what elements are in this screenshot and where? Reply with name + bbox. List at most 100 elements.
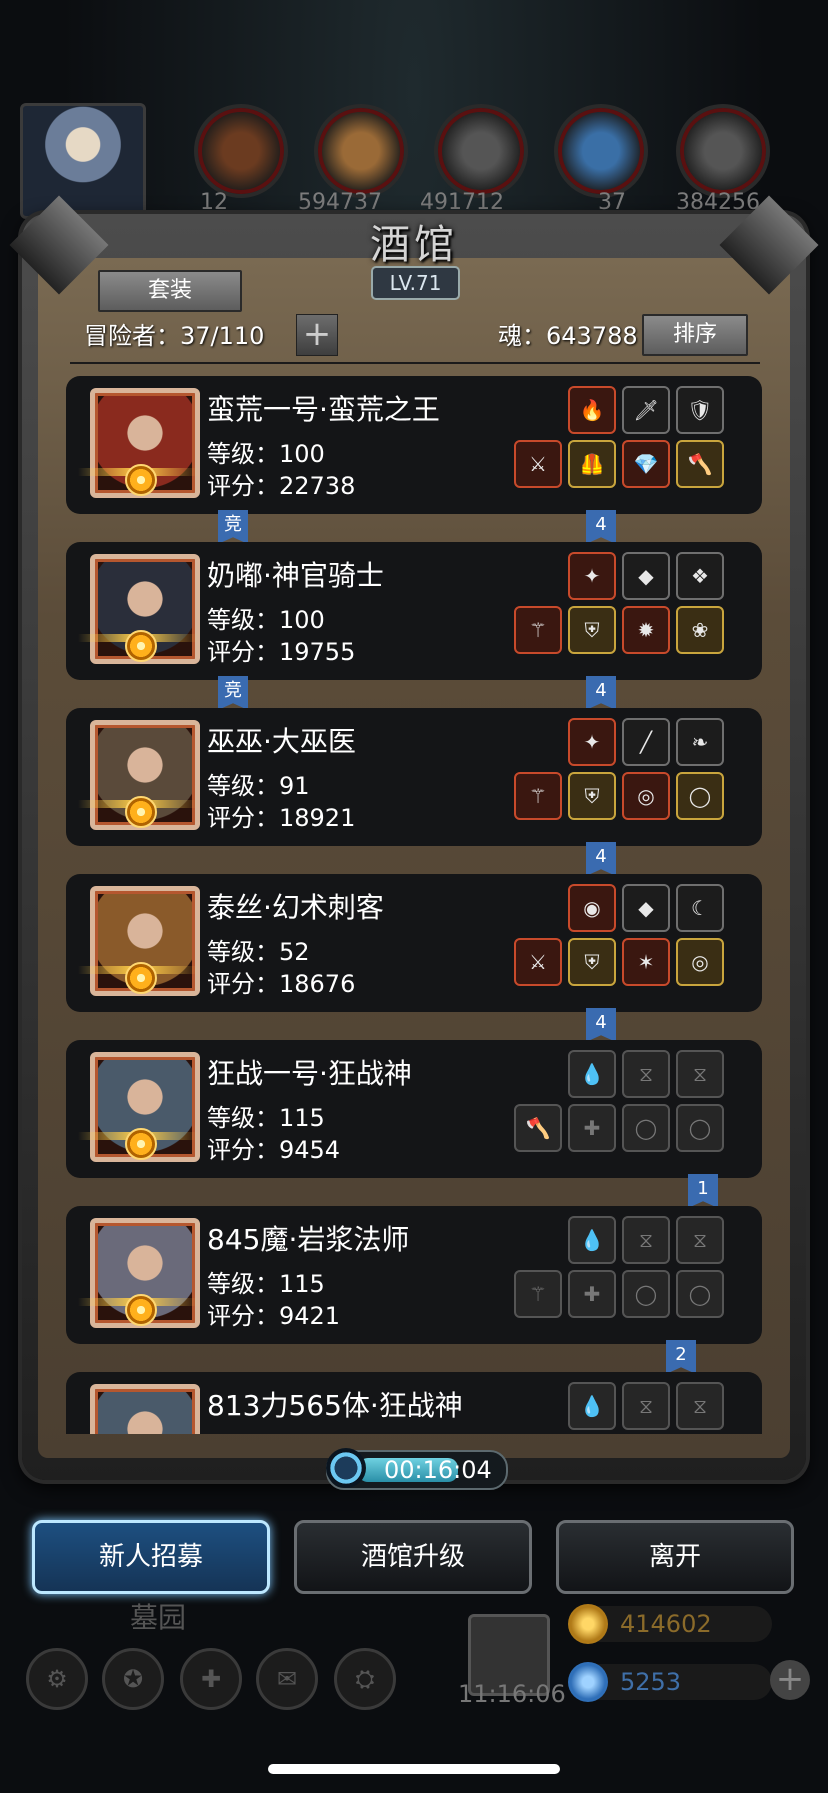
- hero-card[interactable]: 巫巫·大巫医 等级：91 评分：18921 ✦ ╱ ❧ ⚚ ⛨ ◎ ◯: [66, 708, 762, 846]
- equipment-slot[interactable]: ❧: [676, 718, 724, 766]
- rank-medal-icon: [125, 630, 157, 662]
- gem-icon: [568, 1662, 608, 1702]
- hero-name: 蛮荒一号·蛮荒之王: [207, 393, 440, 426]
- equipment-slot[interactable]: ☾: [676, 884, 724, 932]
- resource-icon-2: [314, 104, 408, 198]
- equipment-slot[interactable]: ⛨: [568, 772, 616, 820]
- equipment-slot[interactable]: ◯: [676, 1270, 724, 1318]
- equipment-slot[interactable]: 💧: [568, 1216, 616, 1264]
- equipment-slot[interactable]: ⧖: [622, 1050, 670, 1098]
- home-indicator[interactable]: [268, 1764, 560, 1774]
- settings-icon[interactable]: ⚙: [26, 1648, 88, 1710]
- equipment-slot[interactable]: 🪓: [514, 1104, 562, 1152]
- equipment-slot[interactable]: ⛨: [568, 606, 616, 654]
- equipment-slot[interactable]: ⛨: [568, 938, 616, 986]
- hero-name: 狂战一号·狂战神: [207, 1057, 412, 1090]
- hero-portrait: [90, 1384, 200, 1434]
- set-button[interactable]: 套装: [98, 270, 242, 312]
- equipment-slot[interactable]: ✶: [622, 938, 670, 986]
- equipment-slot[interactable]: ✦: [568, 552, 616, 600]
- equipment-slot[interactable]: ╱: [622, 718, 670, 766]
- equipment-slot[interactable]: ⚚: [514, 1270, 562, 1318]
- player-avatar[interactable]: [20, 103, 146, 219]
- add-gems-button[interactable]: +: [770, 1660, 810, 1700]
- hero-card[interactable]: 蛮荒一号·蛮荒之王 等级：100 评分：22738 🔥 🗡 🛡 ⚔ 🦺 💎 🪓: [66, 376, 762, 514]
- equipment-slot[interactable]: ⧖: [676, 1216, 724, 1264]
- hero-card[interactable]: 泰丝·幻术刺客 等级：52 评分：18676 ◉ ◆ ☾ ⚔ ⛨ ✶ ◎: [66, 874, 762, 1012]
- rank-medal-icon: [125, 1294, 157, 1326]
- equipment-slot[interactable]: 💧: [568, 1050, 616, 1098]
- equipment-slot[interactable]: ❀: [676, 606, 724, 654]
- equipment-slot[interactable]: ⧖: [622, 1382, 670, 1430]
- hero-card[interactable]: 845魔·岩浆法师 等级：115 评分：9421 💧 ⧖ ⧖ ⚚ ✚ ◯ ◯: [66, 1206, 762, 1344]
- equipment-slot[interactable]: ⚔: [514, 938, 562, 986]
- hero-level: 等级：52: [207, 938, 310, 966]
- rank-medal-icon: [125, 1128, 157, 1160]
- hero-score: 评分：19755: [207, 638, 356, 666]
- equipment-slot[interactable]: 🪓: [676, 440, 724, 488]
- rank-medal-icon: [125, 796, 157, 828]
- hero-card[interactable]: 813力565体·狂战神 💧 ⧖ ⧖: [66, 1372, 762, 1434]
- add-adventurer-slot-button[interactable]: +: [296, 314, 338, 356]
- upgrade-tavern-button[interactable]: 酒馆升级: [294, 1520, 532, 1594]
- equipment-slot[interactable]: ✦: [568, 718, 616, 766]
- equipment-slot[interactable]: ◯: [676, 1104, 724, 1152]
- equipment-slot[interactable]: ❖: [676, 552, 724, 600]
- hero-score: 评分：9421: [207, 1302, 341, 1330]
- hero-list[interactable]: 蛮荒一号·蛮荒之王 等级：100 评分：22738 🔥 🗡 🛡 ⚔ 🦺 💎 🪓 竞 4 奶嘟·神官骑士等…: [66, 376, 762, 1434]
- arena-tag: 竞: [218, 676, 248, 710]
- equipment-slot[interactable]: ◯: [676, 772, 724, 820]
- equipment-slot[interactable]: ⧖: [676, 1050, 724, 1098]
- skills-icon[interactable]: ✪: [102, 1648, 164, 1710]
- hero-level: 等级：115: [207, 1270, 325, 1298]
- equipment-slot[interactable]: 🦺: [568, 440, 616, 488]
- equipment-slot[interactable]: ◎: [622, 772, 670, 820]
- equipment-slot[interactable]: 🛡: [676, 386, 724, 434]
- equipment-slot[interactable]: ✚: [568, 1104, 616, 1152]
- hero-card[interactable]: 狂战一号·狂战神 等级：115 评分：9454 💧 ⧖ ⧖ 🪓 ✚ ◯ ◯: [66, 1040, 762, 1178]
- equipment-slot[interactable]: ✚: [568, 1270, 616, 1318]
- hero-name: 813力565体·狂战神: [207, 1389, 463, 1422]
- rank-medal-icon: [125, 962, 157, 994]
- clock-icon: [326, 1448, 366, 1488]
- star-count-tag: 4: [586, 842, 616, 876]
- equipment-slot[interactable]: ⧖: [622, 1216, 670, 1264]
- hero-level: 等级：100: [207, 606, 325, 634]
- gem-currency: 5253: [568, 1662, 772, 1702]
- hero-name: 巫巫·大巫医: [207, 725, 356, 758]
- equipment-slot[interactable]: ◆: [622, 552, 670, 600]
- hero-card[interactable]: 奶嘟·神官骑士 等级：100 评分：19755 ✦ ◆ ❖ ⚚ ⛨ ✹ ❀: [66, 542, 762, 680]
- gold-currency: 414602: [568, 1604, 772, 1644]
- equipment-slot[interactable]: ⚔: [514, 440, 562, 488]
- equipment-slot[interactable]: ⚚: [514, 606, 562, 654]
- timer-text: 00:16:04: [384, 1456, 492, 1484]
- leave-button[interactable]: 离开: [556, 1520, 794, 1594]
- equipment-slot[interactable]: ◆: [622, 884, 670, 932]
- shop-icon[interactable]: ✚: [180, 1648, 242, 1710]
- equipment-slot[interactable]: ⧖: [676, 1382, 724, 1430]
- gem-amount: 5253: [620, 1668, 682, 1696]
- equipment-slot[interactable]: ✹: [622, 606, 670, 654]
- graveyard-label[interactable]: 墓园: [130, 1596, 186, 1636]
- clock-time: 11:16:06: [458, 1680, 566, 1708]
- recruit-button[interactable]: 新人招募: [32, 1520, 270, 1594]
- equipment-slot[interactable]: ⚚: [514, 772, 562, 820]
- hero-level: 等级：115: [207, 1104, 325, 1132]
- sort-button[interactable]: 排序: [642, 314, 748, 356]
- resource-icon-5: [676, 104, 770, 198]
- equipment-slot[interactable]: 💧: [568, 1382, 616, 1430]
- equipment-slot[interactable]: ◉: [568, 884, 616, 932]
- equipment-slot[interactable]: ◯: [622, 1104, 670, 1152]
- equipment-slot[interactable]: 💎: [622, 440, 670, 488]
- equipment-slot[interactable]: 🔥: [568, 386, 616, 434]
- soul-count: 魂：643788: [498, 322, 638, 350]
- hero-score: 评分：9454: [207, 1136, 341, 1164]
- mail-icon[interactable]: ✉: [256, 1648, 318, 1710]
- guild-icon[interactable]: ⛭: [334, 1648, 396, 1710]
- hero-level: 等级：91: [207, 772, 310, 800]
- recruit-timer: 00:16:04: [326, 1448, 508, 1490]
- equipment-slot[interactable]: ◯: [622, 1270, 670, 1318]
- equipment-slot[interactable]: ◎: [676, 938, 724, 986]
- equipment-slot[interactable]: 🗡: [622, 386, 670, 434]
- star-count-tag: 1: [688, 1174, 718, 1208]
